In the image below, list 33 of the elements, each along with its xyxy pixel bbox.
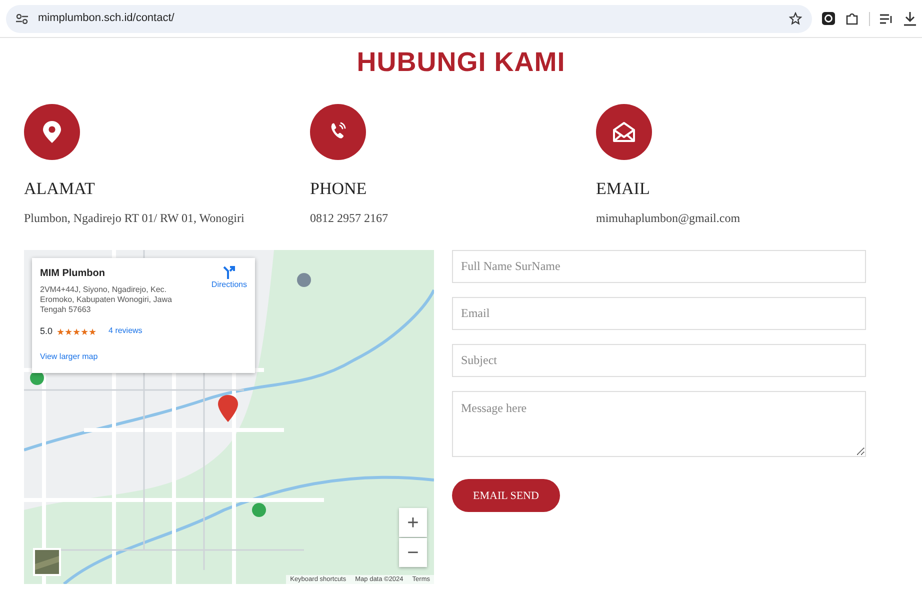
- puzzle-icon[interactable]: [845, 12, 859, 26]
- extension-icon[interactable]: [822, 12, 835, 25]
- text-field[interactable]: Email: [452, 297, 866, 330]
- larger-map-link[interactable]: View larger map: [40, 351, 98, 364]
- zoom-out-button[interactable]: −: [399, 538, 427, 568]
- star-rating: ★★★★★: [56, 326, 97, 340]
- directions-icon[interactable]: [223, 266, 236, 280]
- place-address: 2VM4+44J, Siyono, Ngadirejo, Kec. Eromoko, Kabupaten Wonogiri, Jawa Tengah 57663: [40, 285, 173, 316]
- send-button[interactable]: EMAIL SEND: [452, 479, 560, 512]
- star-icon[interactable]: [789, 12, 802, 25]
- page-title: HUBUNGI KAMI: [356, 46, 566, 78]
- site-settings-icon[interactable]: [16, 14, 28, 24]
- contact-heading: ALAMAT: [24, 180, 96, 198]
- rating-value: 5.0: [40, 324, 53, 338]
- reviews-link[interactable]: 4 reviews: [108, 325, 142, 338]
- directions-link[interactable]: Directions: [211, 266, 247, 316]
- text-field[interactable]: Subject: [452, 344, 866, 378]
- layer-toggle-button[interactable]: [33, 548, 61, 576]
- contact-text: mimuhaplumbon@gmail.com: [596, 210, 742, 228]
- address-bar[interactable]: mimplumbon.sch.id/contact/: [6, 4, 812, 32]
- contact-heading: EMAIL: [596, 180, 651, 198]
- open-envelope-icon: [612, 121, 636, 144]
- message-field[interactable]: Message here: [452, 391, 866, 458]
- zoom-in-button[interactable]: +: [399, 508, 427, 538]
- contact-text: Plumbon, Ngadirejo RT 01/ RW 01, Wonogiri: [24, 210, 246, 228]
- text-field[interactable]: Full Name SurName: [452, 250, 866, 284]
- download-icon[interactable]: [904, 12, 916, 26]
- media-queue-icon[interactable]: [880, 12, 894, 24]
- location-pin-icon: [43, 121, 61, 144]
- url-text: mimplumbon.sch.id/contact/: [38, 11, 176, 26]
- contact-text: 0812 2957 2167: [310, 210, 389, 228]
- place-name: MIM Plumbon: [40, 267, 106, 282]
- contact-heading: PHONE: [310, 180, 368, 198]
